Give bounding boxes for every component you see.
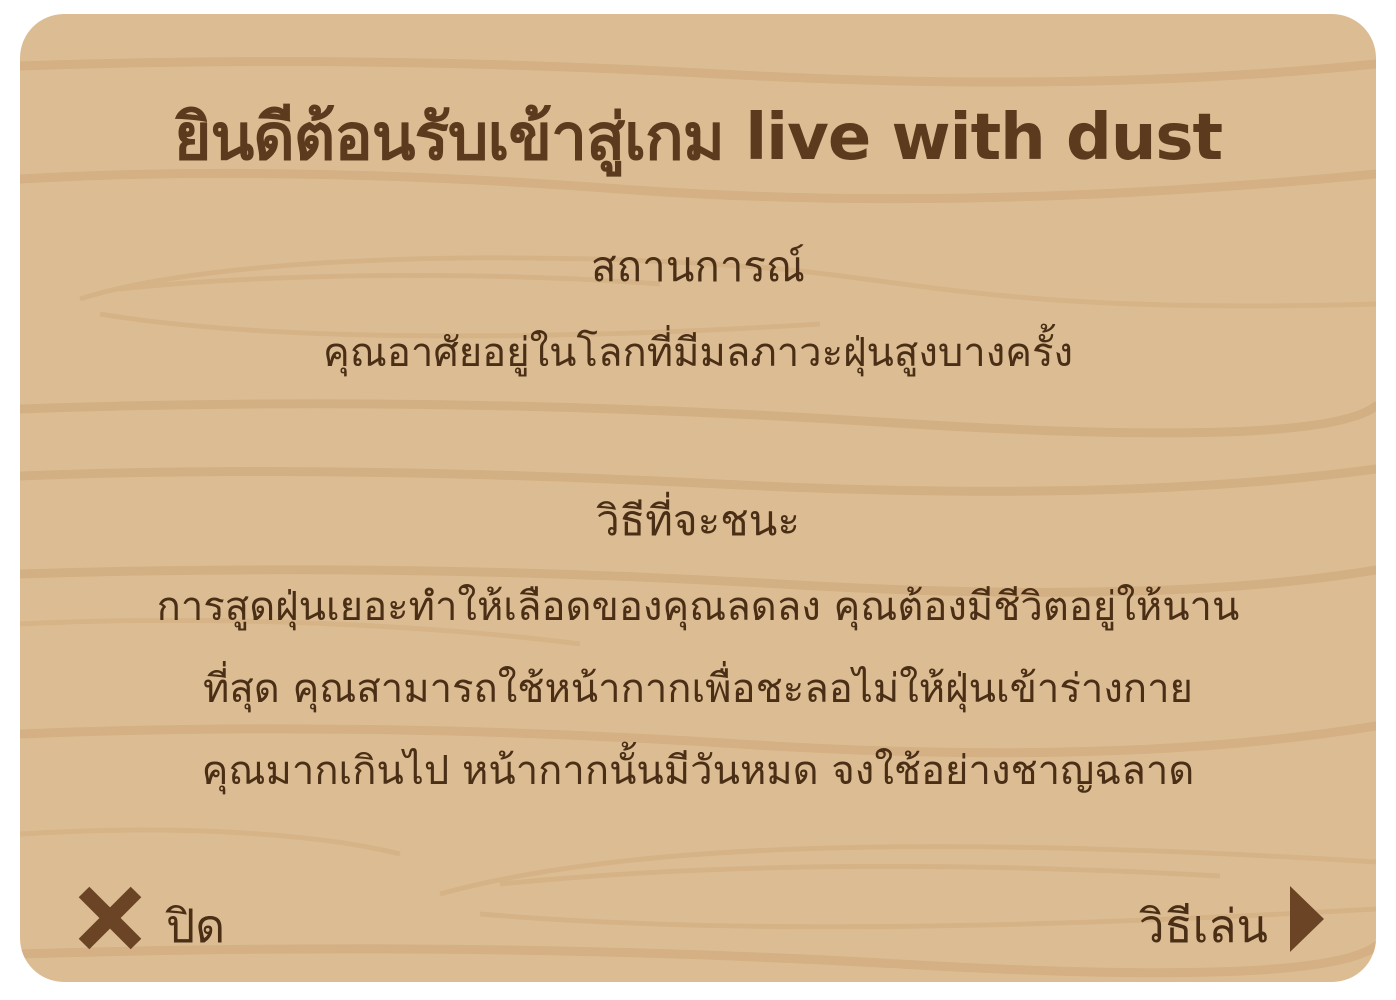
how-to-play-button[interactable]: วิธีเล่น xyxy=(1120,872,1330,962)
win-heading: วิธีที่จะชนะ xyxy=(596,496,800,545)
game-title: ยินดีต้อนรับเข้าสู่เกม live with dust xyxy=(173,101,1223,175)
scenario-heading: สถานการณ์ xyxy=(591,242,805,291)
play-triangle-icon xyxy=(1290,886,1324,952)
welcome-panel: ยินดีต้อนรับเข้าสู่เกม live with dust สถ… xyxy=(20,14,1376,982)
close-x-icon xyxy=(78,886,142,950)
win-text-line: ที่สุด คุณสามารถใช้หน้ากากเพื่อชะลอไม่ให… xyxy=(203,666,1193,712)
how-to-play-label: วิธีเล่น xyxy=(1138,899,1268,953)
close-button-label: ปิด xyxy=(166,899,226,953)
scenario-text: คุณอาศัยอยู่ในโลกที่มีมลภาวะฝุ่นสูงบางคร… xyxy=(323,330,1073,376)
close-button[interactable]: ปิด xyxy=(72,872,272,962)
win-text-line: คุณมากเกินไป หน้ากากนั้นมีวันหมด จงใช้อย… xyxy=(201,748,1195,794)
win-text-line: การสูดฝุ่นเยอะทำให้เลือดของคุณลดลง คุณต้… xyxy=(156,584,1240,630)
